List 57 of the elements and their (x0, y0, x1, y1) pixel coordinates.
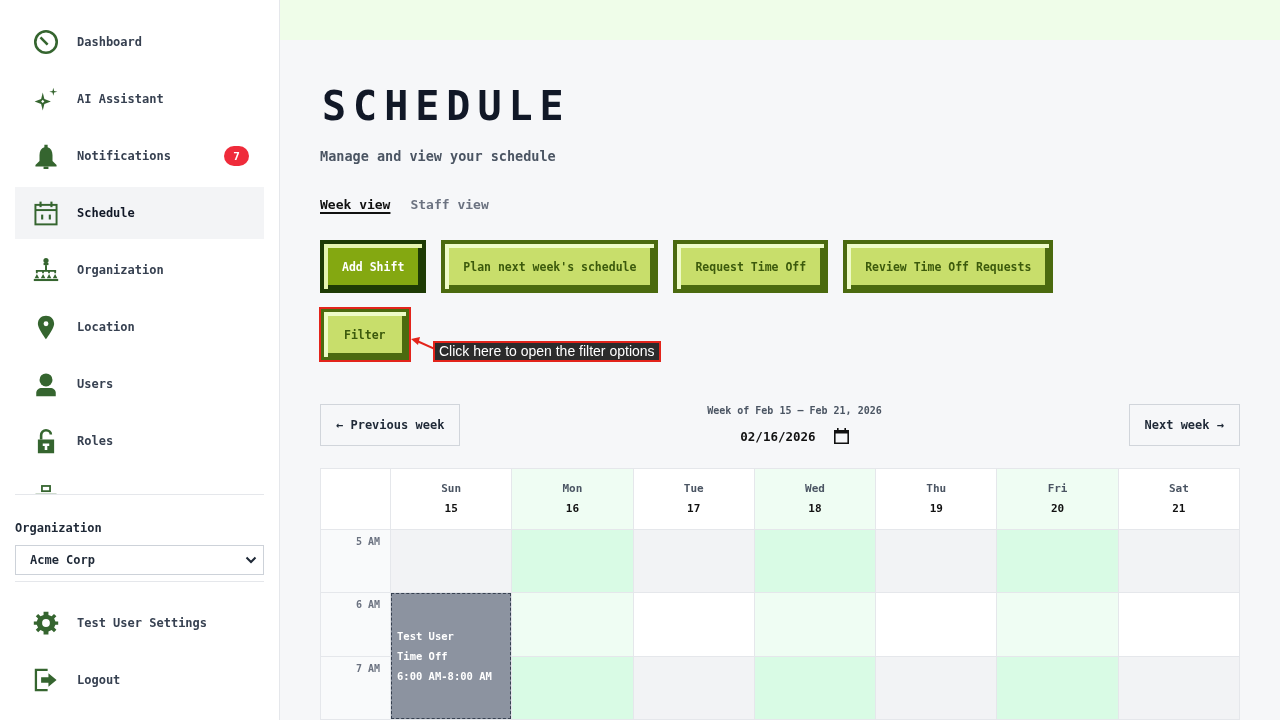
action-button[interactable]: Request Time Off (673, 240, 829, 293)
day-date: 18 (808, 502, 822, 516)
day-date: 16 (565, 502, 580, 516)
time-label: 5 AM (355, 536, 380, 548)
next-week-button[interactable]: Next week → (1128, 404, 1240, 446)
day-name: Sat (1168, 482, 1189, 496)
organization-select[interactable]: Acme Corp (15, 545, 264, 575)
sidebar-item[interactable]: AI Assistant (15, 73, 264, 125)
day-date: 19 (929, 502, 943, 516)
action-button[interactable]: Review Time Off Requests (843, 240, 1054, 293)
day-date: 15 (444, 502, 458, 516)
event-person: Test User (397, 629, 454, 645)
sidebar-item[interactable]: Schedule (15, 187, 264, 239)
event-time: 6:00 AM-8:00 AM (397, 669, 492, 685)
sidebar-item[interactable]: Organization (15, 244, 264, 296)
sidebar-item[interactable]: Dashboard (15, 16, 264, 68)
week-range-label: Week of Feb 15 – Feb 21, 2026 (707, 404, 882, 418)
view-tab[interactable]: Week view (320, 195, 391, 215)
day-name: Sun (441, 482, 462, 496)
view-tab[interactable]: Staff view (410, 195, 489, 215)
calendar-icon (833, 428, 849, 444)
sidebar-item[interactable]: Location (15, 301, 264, 353)
sidebar-item[interactable]: Test User Settings (15, 597, 264, 649)
day-name: Thu (926, 482, 947, 496)
pointer-arrow (411, 336, 435, 352)
sidebar-item[interactable]: Roles (15, 415, 264, 467)
previous-week-button[interactable]: ← Previous week (320, 404, 461, 446)
date-field[interactable]: 02/16/2026 (740, 426, 849, 446)
page-subtitle: Manage and view your schedule (320, 147, 556, 166)
time-label: 6 AM (355, 599, 380, 612)
calendar-icon (33, 200, 59, 226)
org-chart-icon (33, 257, 59, 283)
user-icon (33, 371, 59, 397)
sidebar-item[interactable]: Logout (15, 654, 264, 706)
page-title: SCHEDULE (322, 86, 571, 126)
gauge-icon (33, 29, 59, 55)
chevron-down-icon (245, 556, 257, 564)
sparkle-icon (33, 86, 59, 112)
day-name: Tue (683, 482, 704, 496)
day-date: 21 (1172, 502, 1186, 516)
tooltip: Click here to open the filter options (433, 341, 661, 362)
logout-icon (33, 667, 59, 693)
event-type: Time Off (397, 649, 448, 665)
organization-label: Organization (15, 521, 102, 535)
day-date: 17 (687, 502, 701, 516)
bell-icon (33, 143, 59, 169)
sidebar-item[interactable]: Notifications 7 (15, 130, 264, 182)
day-name: Fri (1047, 482, 1068, 496)
settings-icon (33, 610, 59, 636)
action-button[interactable]: Plan next week's schedule (441, 240, 659, 293)
day-name: Wed (805, 482, 825, 496)
sidebar-item[interactable]: Users (15, 358, 264, 410)
day-name: Mon (562, 482, 583, 496)
notification-badge: 7 (224, 146, 249, 166)
time-label: 7 AM (355, 662, 380, 675)
filter-button[interactable]: Filter (320, 308, 410, 361)
day-date: 20 (1050, 502, 1065, 516)
